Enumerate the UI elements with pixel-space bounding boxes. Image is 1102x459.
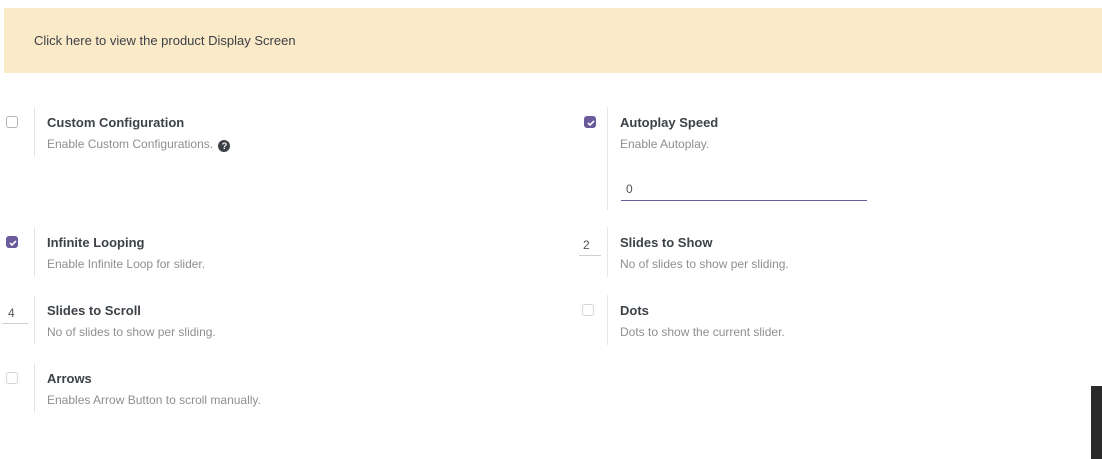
autoplay-speed-input[interactable]: 0 — [621, 179, 867, 201]
infinite-looping-title: Infinite Looping — [47, 235, 145, 250]
custom-configuration-checkbox[interactable] — [6, 116, 18, 128]
checkmark-icon — [587, 120, 595, 127]
arrows-description: Enables Arrow Button to scroll manually. — [47, 393, 261, 407]
setting-arrows: Arrows Enables Arrow Button to scroll ma… — [0, 363, 261, 413]
infinite-looping-description: Enable Infinite Loop for slider. — [47, 257, 206, 271]
setting-dots: Dots Dots to show the current slider. — [573, 295, 785, 345]
dots-checkbox[interactable] — [582, 304, 594, 316]
info-banner: Click here to view the product Display S… — [4, 8, 1102, 73]
slides-to-show-input[interactable]: 2 — [583, 238, 590, 252]
product-display-link[interactable]: Click here to view the product Display S… — [34, 33, 296, 48]
setting-custom-configuration: Custom Configuration Enable Custom Confi… — [0, 107, 231, 157]
dots-description: Dots to show the current slider. — [620, 325, 785, 339]
custom-configuration-title: Custom Configuration — [47, 115, 185, 130]
checkmark-icon — [9, 240, 17, 247]
setting-slides-to-show: 2 Slides to Show No of slides to show pe… — [573, 227, 789, 277]
dots-title: Dots — [620, 303, 649, 318]
custom-configuration-description: Enable Custom Configurations. — [47, 137, 214, 151]
setting-infinite-looping: Infinite Looping Enable Infinite Loop fo… — [0, 227, 205, 277]
slides-to-scroll-description: No of slides to show per sliding. — [47, 325, 216, 339]
infinite-looping-checkbox[interactable] — [6, 236, 18, 248]
slides-to-scroll-input[interactable]: 4 — [8, 306, 15, 320]
arrows-title: Arrows — [47, 371, 92, 386]
autoplay-speed-description: Enable Autoplay. — [620, 137, 710, 151]
question-circle-icon[interactable]: ? — [218, 140, 231, 152]
slides-to-scroll-title: Slides to Scroll — [47, 303, 141, 318]
autoplay-speed-title: Autoplay Speed — [620, 115, 719, 130]
slides-to-show-description: No of slides to show per sliding. — [620, 257, 789, 271]
autoplay-speed-checkbox[interactable] — [584, 116, 596, 128]
edge-panel — [1091, 386, 1102, 459]
slides-to-show-title: Slides to Show — [620, 235, 713, 250]
arrows-checkbox[interactable] — [6, 372, 18, 384]
setting-slides-to-scroll: 4 Slides to Scroll No of slides to show … — [0, 295, 216, 345]
